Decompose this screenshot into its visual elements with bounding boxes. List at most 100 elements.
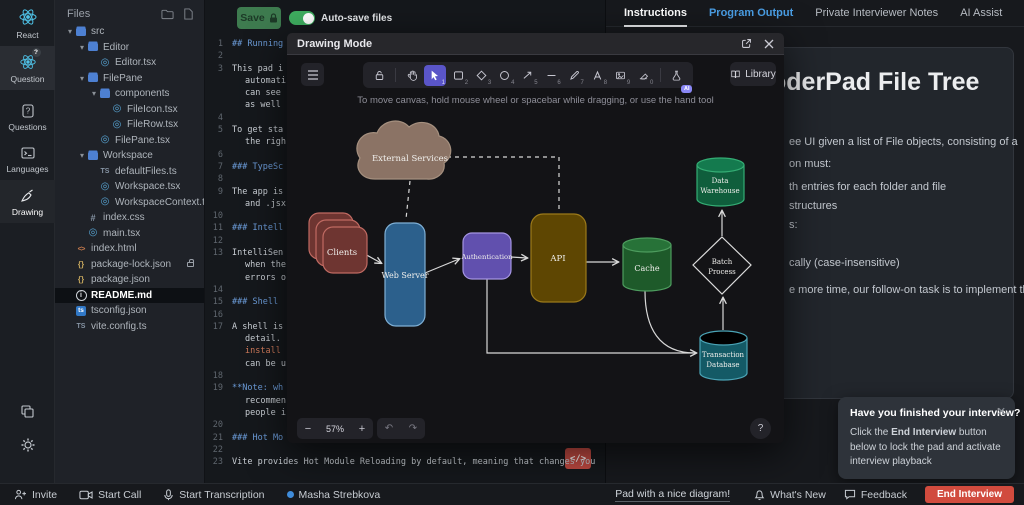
line-number bbox=[205, 333, 223, 345]
tab-instructions[interactable]: Instructions bbox=[624, 0, 687, 27]
rail-item-drawing[interactable]: Drawing bbox=[0, 180, 55, 223]
chevron-down-icon: ▾ bbox=[77, 74, 87, 83]
rail-item-react[interactable]: React bbox=[0, 0, 55, 46]
text-tool-button[interactable]: 8 bbox=[586, 65, 608, 86]
bottom-bar: Invite Start Call Start Transcription Ma… bbox=[0, 483, 1024, 505]
svg-text:Web Server: Web Server bbox=[381, 271, 428, 280]
rail-item-question[interactable]: ? Question bbox=[0, 46, 55, 90]
line-number: 1 bbox=[205, 38, 223, 50]
file-tree-row[interactable]: ▾ package.json bbox=[55, 272, 204, 288]
ai-badge: AI bbox=[681, 85, 692, 93]
instructions-title: oderPad File Tree bbox=[771, 68, 979, 97]
file-icon bbox=[87, 42, 99, 53]
file-tree-row[interactable]: ▾ Workspace.tsx bbox=[55, 179, 204, 195]
node-batch-process[interactable]: Batch Process bbox=[693, 237, 751, 294]
rail-item-languages[interactable]: Languages bbox=[0, 138, 55, 180]
file-tree-row[interactable]: ▾ tsconfig.json bbox=[55, 303, 204, 319]
terminal-icon bbox=[20, 145, 36, 161]
chevron-down-icon: ▾ bbox=[77, 151, 87, 160]
notification-body: Click the End Interview button below to … bbox=[850, 426, 1003, 470]
help-button[interactable]: ? bbox=[750, 418, 771, 439]
modal-title: Drawing Mode bbox=[297, 38, 729, 50]
redo-button[interactable]: ↷ bbox=[401, 423, 425, 434]
file-tree-row[interactable]: ▾ package-lock.json bbox=[55, 257, 204, 273]
file-icon bbox=[99, 166, 111, 177]
arrow-tool-button[interactable]: 5 bbox=[517, 65, 539, 86]
library-button[interactable]: Library bbox=[730, 62, 776, 86]
zoom-in-button[interactable]: + bbox=[351, 423, 373, 435]
file-tree-row[interactable]: ▾ WorkspaceContext.tsx bbox=[55, 195, 204, 211]
new-file-icon[interactable] bbox=[183, 8, 194, 20]
file-tree-row[interactable]: ▾ FilePane.tsx bbox=[55, 133, 204, 149]
start-transcription-button[interactable]: Start Transcription bbox=[163, 489, 264, 501]
rail-item-questions[interactable]: ? Questions bbox=[0, 96, 55, 138]
file-tree-row[interactable]: ▾ FilePane bbox=[55, 71, 204, 87]
invite-button[interactable]: Invite bbox=[14, 489, 57, 501]
gear-icon[interactable] bbox=[20, 437, 36, 453]
file-tree-row[interactable]: ▾ defaultFiles.ts bbox=[55, 164, 204, 180]
selection-tool-button[interactable]: 1 bbox=[424, 65, 446, 86]
node-clients[interactable]: Clients bbox=[309, 213, 367, 273]
file-tree-row[interactable]: ▾ src bbox=[55, 24, 204, 40]
close-icon[interactable]: ✕ bbox=[997, 405, 1006, 418]
zoom-out-button[interactable]: − bbox=[297, 423, 319, 435]
whats-new-button[interactable]: What's New bbox=[754, 489, 826, 501]
file-tree-row[interactable]: ▾ index.css bbox=[55, 210, 204, 226]
modal-header: Drawing Mode bbox=[287, 33, 784, 55]
file-tree-row[interactable]: ▾ README.md bbox=[55, 288, 204, 304]
rectangle-tool-button[interactable]: 2 bbox=[447, 65, 469, 86]
save-button[interactable]: Save bbox=[237, 7, 281, 29]
file-tree-row[interactable]: ▾ FileIcon.tsx bbox=[55, 102, 204, 118]
file-tree-row[interactable]: ▾ Workspace bbox=[55, 148, 204, 164]
menu-button[interactable] bbox=[301, 63, 324, 86]
more-shapes-tool-button[interactable]: AI bbox=[666, 65, 688, 86]
lock-tool-button[interactable] bbox=[368, 65, 390, 86]
new-folder-icon[interactable] bbox=[161, 8, 174, 20]
svg-text:Clients: Clients bbox=[327, 248, 357, 258]
node-external-services[interactable]: External Services bbox=[357, 121, 451, 179]
copy-icon[interactable] bbox=[20, 404, 35, 419]
pad-title-input[interactable]: Pad with a nice diagram! bbox=[615, 488, 730, 502]
file-tree-row[interactable]: ▾ Editor bbox=[55, 40, 204, 56]
ellipse-tool-button[interactable]: 4 bbox=[494, 65, 516, 86]
line-number: 19 bbox=[205, 382, 223, 394]
image-tool-button[interactable]: 9 bbox=[610, 65, 632, 86]
end-interview-button[interactable]: End Interview bbox=[925, 486, 1014, 503]
start-call-button[interactable]: Start Call bbox=[79, 489, 141, 501]
feedback-button[interactable]: Feedback bbox=[844, 489, 907, 501]
node-api[interactable]: API bbox=[531, 214, 586, 302]
questions-icon: ? bbox=[20, 103, 36, 119]
tab-program-output[interactable]: Program Output bbox=[709, 0, 793, 27]
node-data-warehouse[interactable]: Data Warehouse bbox=[697, 158, 744, 206]
file-tree-row[interactable]: ▾ Editor.tsx bbox=[55, 55, 204, 71]
node-cache[interactable]: Cache bbox=[623, 238, 671, 291]
react-icon bbox=[18, 7, 38, 27]
tab-private-interviewer-notes[interactable]: Private Interviewer Notes bbox=[815, 0, 938, 27]
zoom-level[interactable]: 57% bbox=[319, 424, 351, 434]
drawing-canvas[interactable]: External Services Clients Web Server Aut… bbox=[287, 55, 784, 421]
line-tool-button[interactable]: 6 bbox=[540, 65, 562, 86]
undo-button[interactable]: ↶ bbox=[377, 423, 401, 434]
autosave-toggle[interactable] bbox=[289, 11, 315, 25]
eraser-tool-button[interactable]: 0 bbox=[633, 65, 655, 86]
pen-icon bbox=[19, 187, 36, 204]
hand-tool-button[interactable] bbox=[401, 65, 423, 86]
file-tree-row[interactable]: ▾ components bbox=[55, 86, 204, 102]
node-web-server[interactable]: Web Server bbox=[381, 223, 428, 326]
open-in-new-icon[interactable] bbox=[741, 38, 752, 49]
node-authentication[interactable]: Authentication bbox=[461, 233, 514, 279]
file-tree-row[interactable]: ▾ main.tsx bbox=[55, 226, 204, 242]
close-icon[interactable] bbox=[764, 39, 774, 49]
file-tree-row[interactable]: ▾ FileRow.tsx bbox=[55, 117, 204, 133]
file-icon bbox=[75, 26, 87, 37]
node-transaction-database[interactable]: Transaction Database bbox=[700, 331, 747, 380]
tab-ai-assist[interactable]: AI Assist bbox=[960, 0, 1002, 27]
line-number bbox=[205, 407, 223, 419]
draw-tool-button[interactable]: 7 bbox=[563, 65, 585, 86]
diamond-tool-button[interactable]: 3 bbox=[471, 65, 493, 86]
file-tree-row[interactable]: ▾ index.html bbox=[55, 241, 204, 257]
instructions-text: structures bbox=[789, 200, 837, 212]
user-presence[interactable]: Masha Strebkova bbox=[287, 489, 381, 501]
file-tree-row[interactable]: ▾ vite.config.ts bbox=[55, 319, 204, 335]
line-number: 2 bbox=[205, 50, 223, 62]
